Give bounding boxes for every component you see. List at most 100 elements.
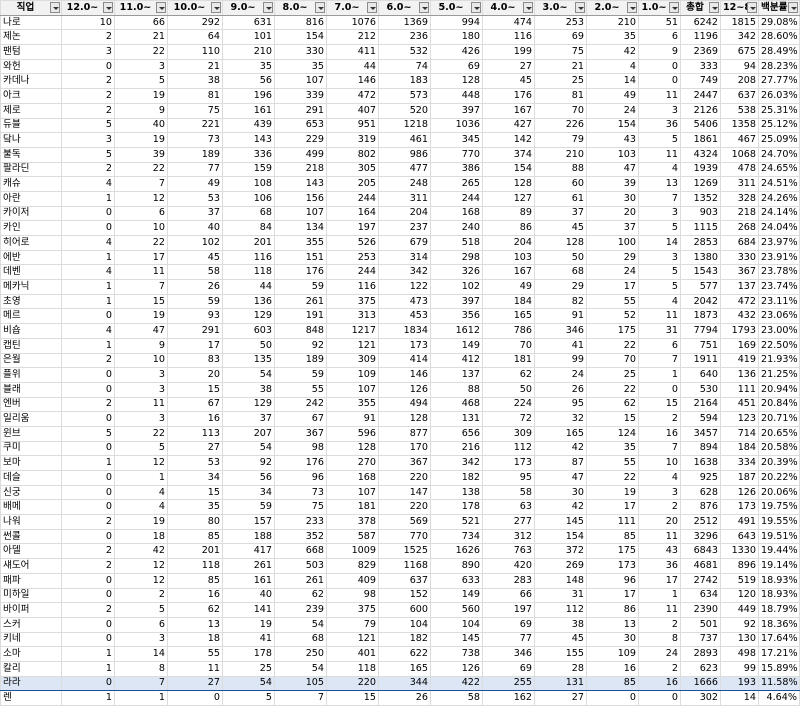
cell-8[interactable]: 68 (274, 631, 327, 648)
cell-8[interactable]: 156 (274, 190, 327, 207)
cell-job[interactable]: 아란 (0, 190, 62, 207)
cell-1[interactable]: 2 (638, 499, 681, 516)
cell-8[interactable]: 503 (274, 558, 327, 574)
table-row[interactable]: 윈브 5 22 113 207 367 596 877 656 309 165 124 16 3457 71… (0, 425, 800, 442)
cell-1[interactable]: 1 (638, 367, 681, 383)
cell-11[interactable]: 22 (114, 44, 168, 60)
cell-12[interactable]: 0 (61, 631, 115, 648)
cell-9[interactable]: 25 (222, 660, 275, 677)
cell-5[interactable]: 994 (430, 14, 483, 31)
cell-12-8[interactable]: 187 (720, 470, 759, 486)
cell-percent[interactable]: 24.14% (758, 205, 800, 222)
cell-5[interactable]: 102 (430, 279, 483, 295)
cell-11[interactable]: 19 (114, 308, 168, 325)
cell-total[interactable]: 594 (680, 411, 721, 427)
cell-1[interactable]: 6 (638, 337, 681, 354)
cell-3[interactable]: 269 (534, 558, 587, 574)
cell-4[interactable]: 277 (482, 514, 535, 530)
cell-1[interactable]: 14 (638, 235, 681, 251)
cell-7[interactable]: 205 (326, 176, 379, 192)
cell-8[interactable]: 330 (274, 44, 327, 60)
cell-12-8[interactable]: 432 (720, 308, 759, 325)
cell-12-8[interactable]: 268 (720, 220, 759, 236)
cell-9[interactable]: 129 (222, 308, 275, 325)
cell-10[interactable]: 77 (167, 161, 223, 178)
cell-10[interactable]: 21 (167, 58, 223, 75)
cell-1[interactable]: 16 (638, 675, 681, 692)
table-row[interactable]: 아크 2 19 81 196 339 472 573 448 176 81 49 11 2447 637 26… (0, 88, 800, 104)
cell-10[interactable]: 102 (167, 235, 223, 251)
cell-5[interactable]: 216 (430, 440, 483, 457)
cell-9[interactable]: 136 (222, 293, 275, 310)
cell-8[interactable]: 191 (274, 308, 327, 325)
cell-12[interactable]: 2 (61, 543, 115, 560)
cell-percent[interactable]: 28.23% (758, 58, 800, 75)
cell-10[interactable]: 291 (167, 323, 223, 339)
cell-7[interactable]: 375 (326, 602, 379, 618)
cell-9[interactable]: 84 (222, 220, 275, 236)
filter-dropdown-icon[interactable] (50, 2, 60, 13)
header-8[interactable]: 8.0~ (274, 0, 327, 16)
cell-total[interactable]: 1638 (680, 455, 721, 471)
cell-6[interactable]: 367 (378, 455, 431, 471)
cell-job[interactable]: 스커 (0, 616, 62, 633)
cell-6[interactable]: 1834 (378, 323, 431, 339)
table-row[interactable]: 데벤 4 11 58 118 176 244 342 326 167 68 24 5 1543 367 23.… (0, 264, 800, 281)
cell-12-8[interactable]: 328 (720, 190, 759, 207)
table-row[interactable]: 섀도어 2 12 118 261 503 829 1168 890 420 269 173 36 4681… (0, 558, 800, 574)
cell-6[interactable]: 74 (378, 58, 431, 75)
cell-6[interactable]: 569 (378, 514, 431, 530)
cell-job[interactable]: 메르 (0, 308, 62, 325)
cell-12[interactable]: 0 (61, 587, 115, 604)
cell-6[interactable]: 126 (378, 381, 431, 398)
cell-percent[interactable]: 20.06% (758, 484, 800, 501)
cell-3[interactable]: 26 (534, 381, 587, 398)
cell-9[interactable]: 106 (222, 190, 275, 207)
cell-11[interactable]: 66 (114, 14, 168, 31)
cell-10[interactable]: 26 (167, 279, 223, 295)
cell-11[interactable]: 12 (114, 558, 168, 574)
cell-12-8[interactable]: 111 (720, 381, 759, 398)
cell-4[interactable]: 283 (482, 572, 535, 589)
cell-5[interactable]: 468 (430, 396, 483, 413)
cell-9[interactable]: 161 (222, 572, 275, 589)
cell-percent[interactable]: 24.26% (758, 190, 800, 207)
header-7[interactable]: 7.0~ (326, 0, 379, 16)
cell-9[interactable]: 5 (222, 690, 275, 706)
cell-1[interactable]: 5 (638, 264, 681, 281)
filter-dropdown-icon[interactable] (627, 2, 637, 13)
cell-10[interactable]: 38 (167, 73, 223, 90)
cell-12[interactable]: 1 (61, 279, 115, 295)
cell-11[interactable]: 7 (114, 279, 168, 295)
cell-11[interactable]: 3 (114, 381, 168, 398)
cell-10[interactable]: 67 (167, 396, 223, 413)
cell-total[interactable]: 628 (680, 484, 721, 501)
table-row[interactable]: 소마 1 14 55 178 250 401 622 738 346 155 109 24 2893 498… (0, 646, 800, 662)
cell-8[interactable]: 98 (274, 440, 327, 457)
cell-3[interactable]: 25 (534, 73, 587, 90)
filter-dropdown-icon[interactable] (709, 2, 719, 13)
table-row[interactable]: 미하일 0 2 16 40 62 98 152 149 66 31 17 1 634 120 18.93% (0, 587, 800, 604)
cell-8[interactable]: 233 (274, 514, 327, 530)
cell-5[interactable]: 426 (430, 44, 483, 60)
cell-11[interactable]: 42 (114, 543, 168, 560)
cell-4[interactable]: 224 (482, 396, 535, 413)
cell-9[interactable]: 108 (222, 176, 275, 192)
cell-8[interactable]: 218 (274, 161, 327, 178)
cell-4[interactable]: 181 (482, 352, 535, 369)
filter-dropdown-icon[interactable] (367, 2, 377, 13)
cell-2[interactable]: 17 (586, 587, 639, 604)
cell-3[interactable]: 68 (534, 264, 587, 281)
cell-7[interactable]: 121 (326, 337, 379, 354)
cell-6[interactable]: 573 (378, 88, 431, 104)
cell-3[interactable]: 50 (534, 249, 587, 266)
cell-10[interactable]: 45 (167, 249, 223, 266)
cell-4[interactable]: 162 (482, 690, 535, 706)
cell-11[interactable]: 7 (114, 675, 168, 692)
cell-job[interactable]: 칼리 (0, 660, 62, 677)
cell-total[interactable]: 2742 (680, 572, 721, 589)
cell-2[interactable]: 4 (586, 58, 639, 75)
cell-12-8[interactable]: 123 (720, 411, 759, 427)
cell-6[interactable]: 877 (378, 425, 431, 442)
cell-12-8[interactable]: 451 (720, 396, 759, 413)
